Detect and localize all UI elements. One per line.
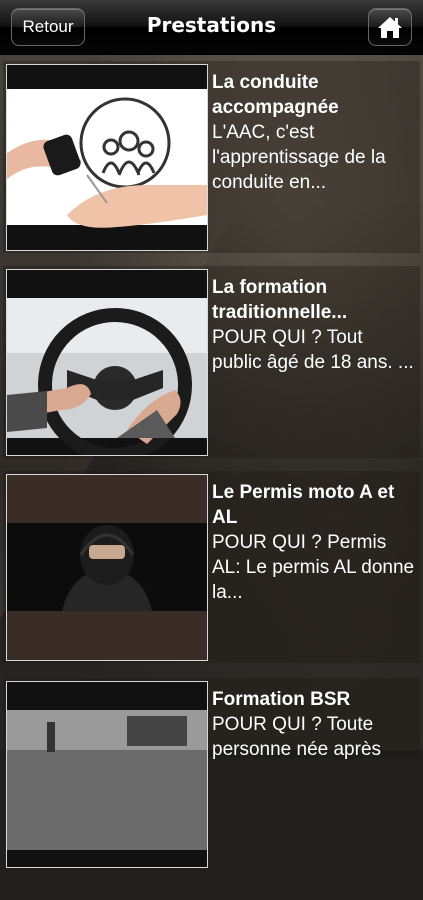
list-item[interactable]: La conduite accompagnée L'AAC, c'est l'a… (3, 61, 420, 253)
item-text: Formation BSR POUR QUI ? Toute personne … (212, 687, 417, 762)
item-title: Le Permis moto A et AL (212, 482, 395, 528)
home-icon (378, 17, 402, 38)
prestations-list: La conduite accompagnée L'AAC, c'est l'a… (0, 55, 423, 868)
item-title: La formation traditionnelle... (212, 277, 348, 323)
list-item[interactable]: Formation BSR POUR QUI ? Toute personne … (3, 678, 420, 868)
item-description: POUR QUI ? Tout public âgé de 18 ans. ..… (212, 327, 414, 373)
item-text: Le Permis moto A et AL POUR QUI ? Permis… (212, 480, 417, 605)
item-thumbnail (6, 474, 208, 661)
item-description: L'AAC, c'est l'apprentissage de la condu… (212, 122, 386, 193)
list-item[interactable]: Le Permis moto A et AL POUR QUI ? Permis… (3, 471, 420, 663)
page-title: Prestations (146, 13, 277, 37)
home-button[interactable] (368, 8, 412, 46)
scooter-photo (7, 682, 207, 867)
steering-wheel-photo (7, 270, 207, 455)
car-key-handover-photo (7, 65, 207, 250)
item-title: La conduite accompagnée (212, 72, 339, 118)
item-title: Formation BSR (212, 689, 351, 710)
item-thumbnail (6, 269, 208, 456)
item-text: La conduite accompagnée L'AAC, c'est l'a… (212, 70, 417, 195)
item-description: POUR QUI ? Toute personne née après (212, 714, 382, 760)
item-description: POUR QUI ? Permis AL: Le permis AL donne… (212, 532, 415, 603)
navigation-bar: Retour Prestations (0, 0, 423, 55)
list-item[interactable]: La formation traditionnelle... POUR QUI … (3, 266, 420, 458)
item-thumbnail (6, 64, 208, 251)
item-thumbnail (6, 681, 208, 868)
motorcyclist-helmet-photo (7, 475, 207, 660)
item-text: La formation traditionnelle... POUR QUI … (212, 275, 417, 375)
